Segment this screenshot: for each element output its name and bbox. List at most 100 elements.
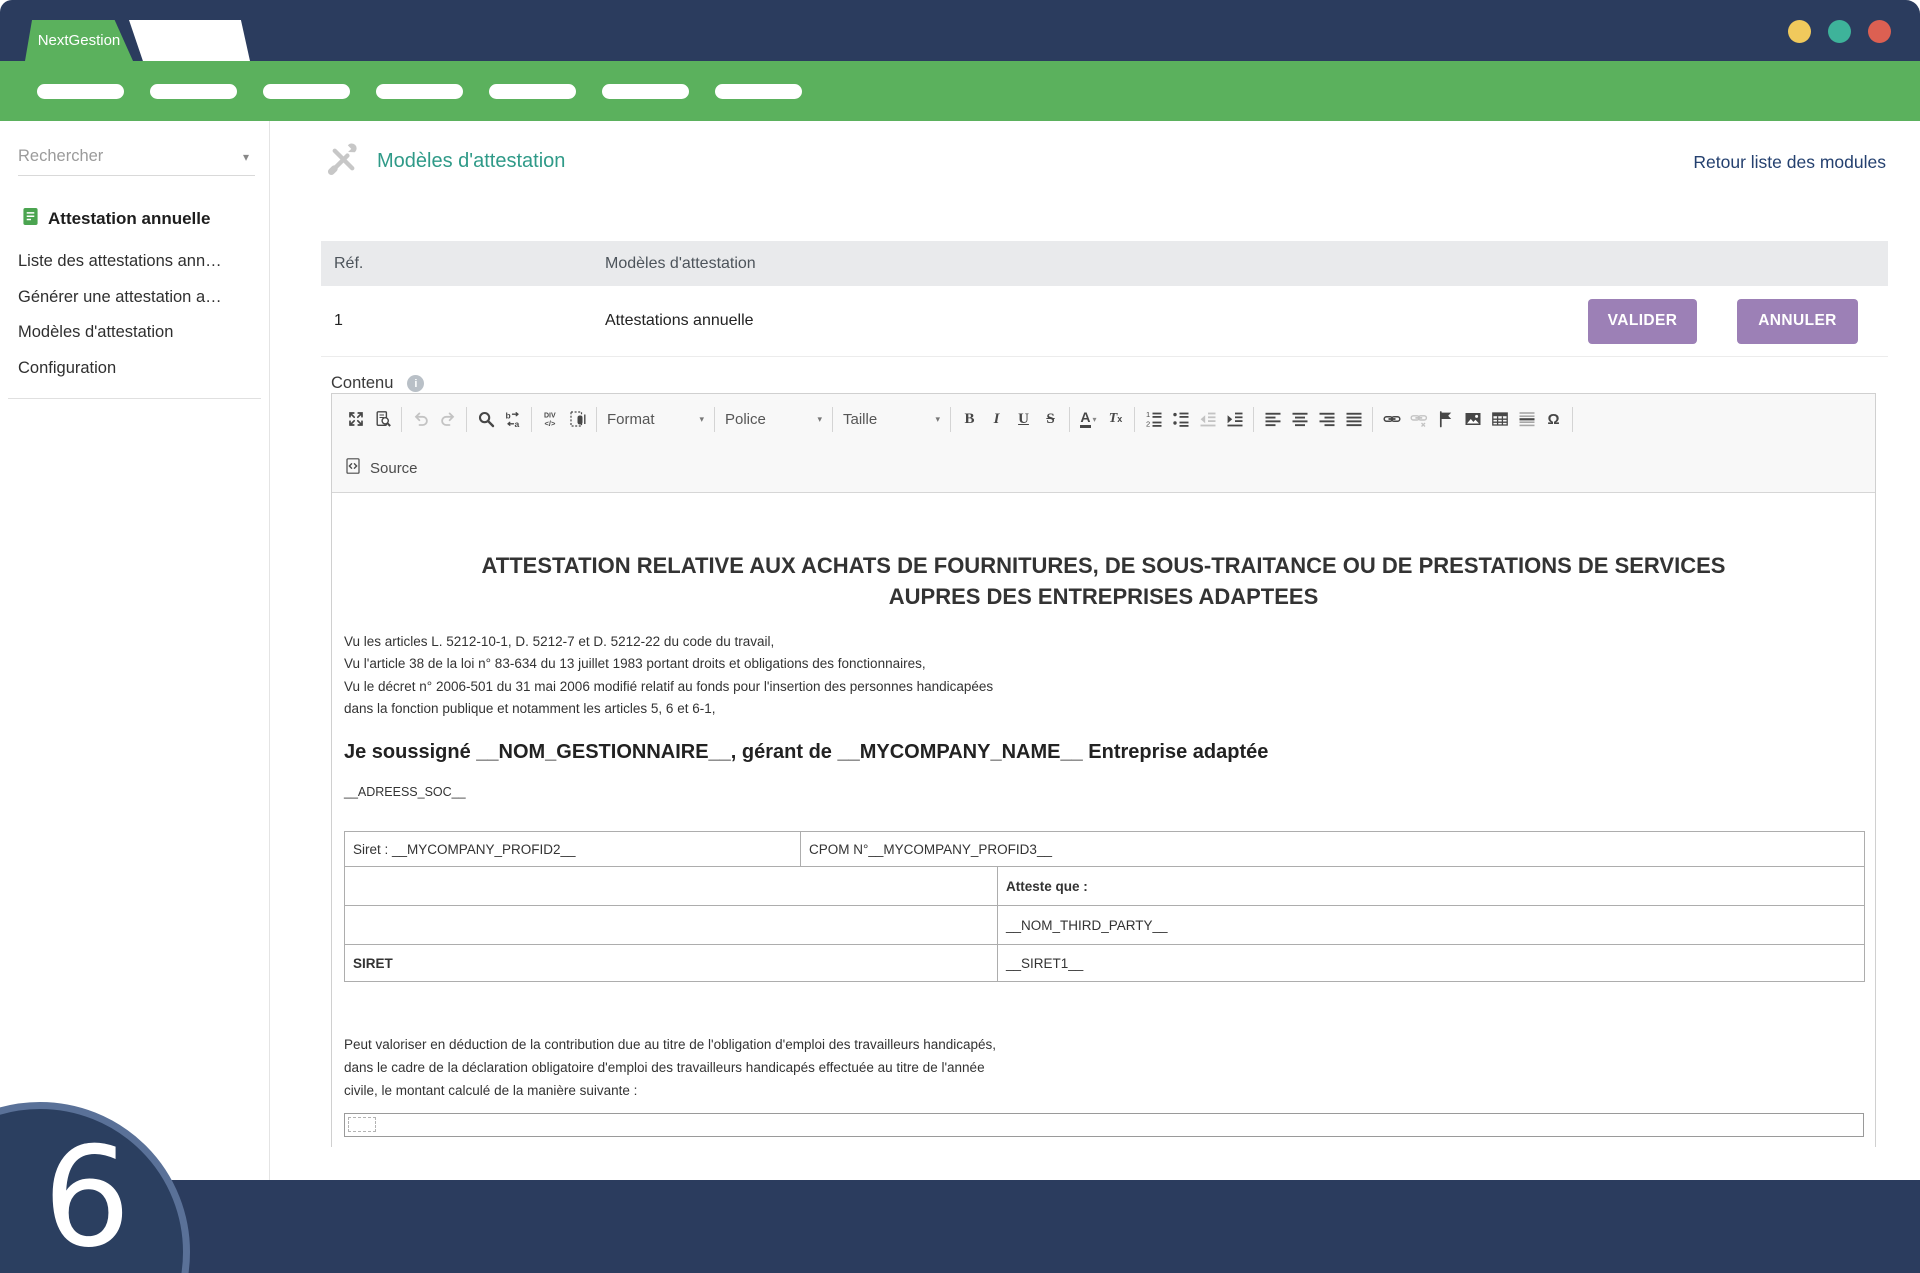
cell-model-name: Attestations annuelle <box>597 312 1588 330</box>
cell-siret-header: SIRET <box>344 944 998 982</box>
sidebar-section-attestation-annuelle[interactable]: Attestation annuelle <box>0 207 269 231</box>
toolbar-format-dropdown[interactable]: Format▾ <box>602 411 709 428</box>
sidebar: Rechercher ▾ Attestation annuelle Liste … <box>0 121 270 1180</box>
nav-pill[interactable] <box>263 84 350 99</box>
toolbar-outdent-button[interactable] <box>1194 406 1221 433</box>
validate-button[interactable]: VALIDER <box>1588 299 1697 344</box>
sidebar-item[interactable]: Configuration <box>18 351 269 387</box>
nav-pill[interactable] <box>602 84 689 99</box>
italic-icon: I <box>994 412 1000 427</box>
toolbar-strikethrough-button[interactable]: S <box>1037 406 1064 433</box>
toolbar-text-color-button[interactable]: A▾ <box>1075 406 1102 433</box>
toolbar-separator <box>1372 407 1373 432</box>
toolbar-remove-format-button[interactable]: Tx <box>1102 406 1129 433</box>
table-row: Atteste que : <box>344 866 1865 906</box>
module-table: Réf. Modèles d'attestation 1 Attestation… <box>321 241 1888 357</box>
document-closing: Peut valoriser en déduction de la contri… <box>344 1033 996 1102</box>
nav-pill[interactable] <box>489 84 576 99</box>
sidebar-item[interactable]: Générer une attestation a… <box>18 280 269 316</box>
cancel-button[interactable]: ANNULER <box>1737 299 1858 344</box>
toolbar-image-button[interactable] <box>1459 406 1486 433</box>
document-title-line1: ATTESTATION RELATIVE AUX ACHATS DE FOURN… <box>332 550 1875 581</box>
nav-pill[interactable] <box>37 84 124 99</box>
chevron-down-icon: ▾ <box>243 150 255 164</box>
toolbar-indent-button[interactable] <box>1221 406 1248 433</box>
back-to-modules-link[interactable]: Retour liste des modules <box>1693 152 1886 173</box>
teal-dot[interactable] <box>1828 20 1851 43</box>
info-icon[interactable]: i <box>407 375 424 392</box>
remove-format-icon: Tx <box>1109 412 1123 426</box>
rich-text-editor: ba DIV</> Format▾ Police▾ Taille▾ B I US A▾ Tx 12 Ω… <box>331 393 1876 1147</box>
toolbar-taille-dropdown[interactable]: Taille▾ <box>838 411 945 428</box>
nav-pill[interactable] <box>715 84 802 99</box>
svg-text:</>: </> <box>544 419 555 428</box>
toolbar-horizontal-rule-button[interactable] <box>1513 406 1540 433</box>
cell-empty <box>344 866 998 906</box>
toolbar-undo-button[interactable] <box>407 406 434 433</box>
svg-text:b: b <box>505 411 510 421</box>
yellow-dot[interactable] <box>1788 20 1811 43</box>
table-row: Siret : __MYCOMPANY_PROFID2__ CPOM N°__M… <box>344 831 1865 867</box>
brand-tab[interactable]: NextGestion <box>25 20 133 61</box>
cell-third-party: __NOM_THIRD_PARTY__ <box>997 905 1865 945</box>
toolbar-separator <box>1134 407 1135 432</box>
toolbar-align-right-button[interactable] <box>1313 406 1340 433</box>
red-dot[interactable] <box>1868 20 1891 43</box>
toolbar-link-button[interactable] <box>1378 406 1405 433</box>
toolbar-italic-button[interactable]: I <box>983 406 1010 433</box>
toolbar-separator <box>1069 407 1070 432</box>
sidebar-item[interactable]: Liste des attestations ann… <box>18 244 269 280</box>
toolbar-templates-button[interactable] <box>564 406 591 433</box>
toolbar-anchor-button[interactable] <box>1432 406 1459 433</box>
nav-pill[interactable] <box>376 84 463 99</box>
toolbar-replace-button[interactable]: ba <box>499 406 526 433</box>
page-title: Modèles d'attestation <box>377 150 565 173</box>
sidebar-divider <box>8 398 261 399</box>
row-actions: VALIDER ANNULER <box>1588 299 1858 344</box>
table-selection-mark <box>348 1117 376 1132</box>
nav-pill[interactable] <box>150 84 237 99</box>
toolbar-align-left-button[interactable] <box>1259 406 1286 433</box>
search-box[interactable]: Rechercher ▾ <box>18 147 255 176</box>
toolbar-table-button[interactable] <box>1486 406 1513 433</box>
bulleted-list-icon <box>1172 410 1190 428</box>
secondary-tab[interactable] <box>129 20 250 61</box>
toolbar-police-dropdown[interactable]: Police▾ <box>720 411 827 428</box>
toolbar-div-container-button[interactable]: DIV</> <box>537 406 564 433</box>
toolbar-separator <box>950 407 951 432</box>
bold-icon: B <box>964 412 974 427</box>
toolbar-underline-button[interactable]: U <box>1010 406 1037 433</box>
document-address: __ADREESS_SOC__ <box>344 785 466 799</box>
svg-text:a: a <box>514 419 519 428</box>
toolbar-find-button[interactable] <box>472 406 499 433</box>
sidebar-item[interactable]: Modèles d'attestation <box>18 315 269 351</box>
outdent-icon <box>1199 410 1217 428</box>
underline-icon: U <box>1018 412 1029 427</box>
toolbar-separator <box>401 407 402 432</box>
toolbar-bulleted-list-button[interactable] <box>1167 406 1194 433</box>
document-title-line2: AUPRES DES ENTREPRISES ADAPTEES <box>332 581 1875 612</box>
templates-icon <box>569 410 587 428</box>
column-header-actions <box>1574 241 1888 286</box>
toolbar-justify-button[interactable] <box>1340 406 1367 433</box>
toolbar-redo-button[interactable] <box>434 406 461 433</box>
toolbar-preview-button[interactable] <box>369 406 396 433</box>
editor-toolbar-row2: Source <box>332 444 1875 493</box>
toolbar-bold-button[interactable]: B <box>956 406 983 433</box>
toolbar-align-center-button[interactable] <box>1286 406 1313 433</box>
table-icon <box>1491 410 1509 428</box>
toolbar-maximize-button[interactable] <box>342 406 369 433</box>
special-char-icon: Ω <box>1547 412 1559 427</box>
source-button[interactable]: Source <box>344 457 418 480</box>
toolbar-numbered-list-button[interactable]: 12 <box>1140 406 1167 433</box>
toolbar-unlink-button[interactable] <box>1405 406 1432 433</box>
align-center-icon <box>1291 410 1309 428</box>
document-info-table: Siret : __MYCOMPANY_PROFID2__ CPOM N°__M… <box>344 831 1865 982</box>
sidebar-section-label: Attestation annuelle <box>48 209 210 229</box>
align-left-icon <box>1264 410 1282 428</box>
tools-icon <box>327 143 360 181</box>
module-table-header: Réf. Modèles d'attestation <box>321 241 1888 286</box>
toolbar-special-char-button[interactable]: Ω <box>1540 406 1567 433</box>
document-canvas[interactable]: ATTESTATION RELATIVE AUX ACHATS DE FOURN… <box>332 493 1875 1147</box>
text-color-icon: A▾ <box>1080 410 1096 428</box>
